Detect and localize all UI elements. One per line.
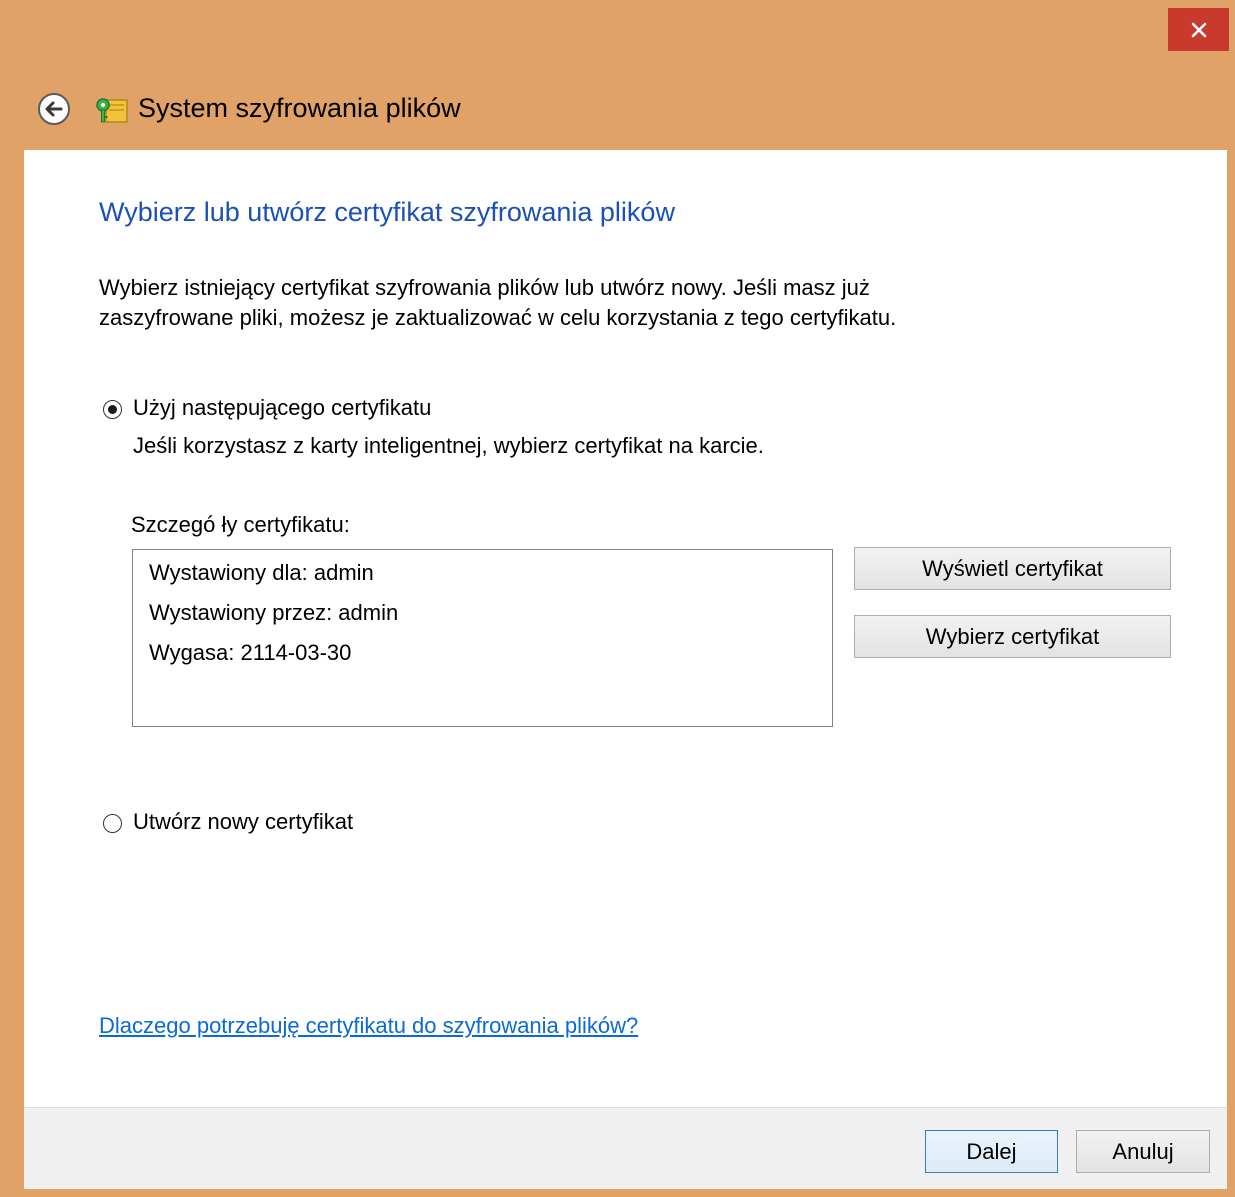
issued-to-value: Wystawiony dla: admin	[149, 560, 374, 585]
efs-wizard-window: System szyfrowania plików Wybierz lub ut…	[0, 0, 1235, 1197]
certificate-details-label: Szczegó ły certyfikatu:	[131, 512, 350, 537]
create-new-radio[interactable]	[103, 814, 122, 833]
footer-bar: Dalej Anuluj	[24, 1107, 1227, 1189]
issued-by-value: Wystawiony przez: admin	[149, 600, 399, 625]
window-title: System szyfrowania plików	[138, 93, 461, 123]
content-panel: Wybierz lub utwórz certyfikat szyfrowani…	[24, 150, 1227, 1107]
intro-line-2: zaszyfrowane pliki, możesz je zaktualizo…	[99, 305, 897, 330]
cancel-button[interactable]: Anuluj	[1076, 1130, 1210, 1173]
view-certificate-button[interactable]: Wyświetl certyfikat	[854, 547, 1171, 590]
use-existing-radio[interactable]	[103, 400, 122, 419]
create-new-label[interactable]: Utwórz nowy certyfikat	[133, 807, 353, 837]
certificate-key-icon	[93, 92, 129, 126]
certificate-details-box: Wystawiony dla: admin Wystawiony przez: …	[132, 549, 833, 727]
radio-selected-dot	[108, 405, 117, 414]
help-link[interactable]: Dlaczego potrzebuję certyfikatu do szyfr…	[99, 1011, 638, 1041]
use-existing-label[interactable]: Użyj następującego certyfikatu	[133, 393, 431, 423]
title-bar: System szyfrowania plików	[0, 0, 1235, 150]
smart-card-hint: Jeśli korzystasz z karty inteligentnej, …	[133, 433, 764, 458]
close-icon	[1191, 22, 1206, 37]
page-heading: Wybierz lub utwórz certyfikat szyfrowani…	[99, 197, 675, 227]
select-certificate-button[interactable]: Wybierz certyfikat	[854, 615, 1171, 658]
intro-line-1: Wybierz istniejący certyfikat szyfrowani…	[99, 275, 870, 300]
back-button[interactable]	[36, 91, 72, 127]
next-button[interactable]: Dalej	[925, 1130, 1058, 1173]
expires-value: Wygasa: 2114-03-30	[149, 640, 352, 665]
back-arrow-icon	[38, 93, 70, 125]
close-button[interactable]	[1168, 8, 1229, 51]
intro-text: Wybierz istniejący certyfikat szyfrowani…	[99, 273, 1149, 333]
